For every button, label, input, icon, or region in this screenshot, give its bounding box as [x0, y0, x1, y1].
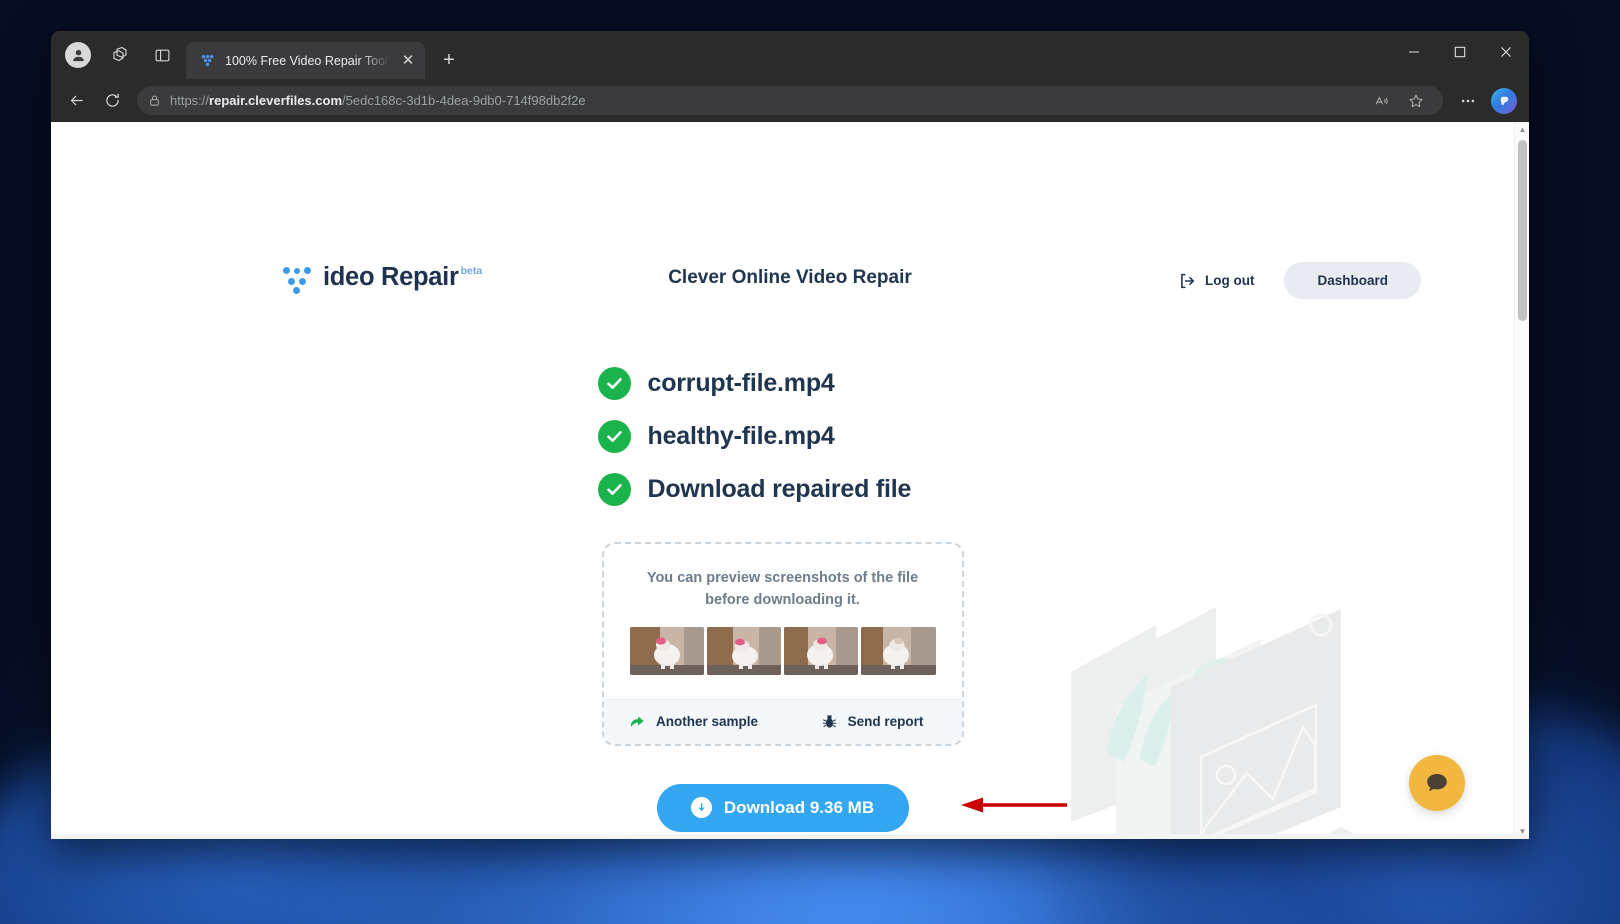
new-tab-button[interactable]: +: [433, 44, 465, 76]
preview-thumbnails: [604, 627, 962, 699]
check-circle-icon: [598, 367, 631, 400]
tab-title: 100% Free Video Repair Tool Onli: [225, 54, 390, 68]
workspaces-icon[interactable]: [101, 36, 139, 74]
lock-icon: [148, 94, 161, 107]
desktop-wallpaper: 100% Free Video Repair Tool Onli ✕ +: [0, 0, 1620, 924]
refresh-arrow-icon: [628, 713, 646, 731]
preview-frame-3[interactable]: [784, 627, 858, 675]
site-header: [51, 122, 1529, 217]
profile-avatar-icon[interactable]: [59, 36, 97, 74]
another-sample-button[interactable]: Another sample: [604, 713, 783, 731]
download-circle-icon: [691, 797, 712, 818]
step-label: corrupt-file.mp4: [648, 369, 835, 398]
step-label: Download repaired file: [648, 475, 912, 504]
page-scrollbar[interactable]: ▲ ▼: [1514, 122, 1529, 839]
more-options-icon[interactable]: [1452, 85, 1484, 117]
send-report-label: Send report: [848, 714, 924, 729]
navigation-toolbar: https://repair.cleverfiles.com/5edc168c-…: [51, 79, 1529, 122]
check-circle-icon: [598, 420, 631, 453]
chat-widget-button[interactable]: [1409, 755, 1465, 811]
check-circle-icon: [598, 473, 631, 506]
window-controls: [1391, 31, 1529, 73]
preview-message-line2: before downloading it.: [634, 590, 932, 612]
step-item: healthy-file.mp4: [598, 420, 968, 453]
chat-bubble-icon: [1423, 769, 1451, 797]
copilot-icon[interactable]: [1488, 85, 1520, 117]
preview-message-line1: You can preview screenshots of the file: [634, 568, 932, 590]
scrollbar-thumb[interactable]: [1518, 140, 1527, 321]
preview-frame-1[interactable]: [630, 627, 704, 675]
back-arrow-icon[interactable]: [60, 85, 92, 117]
bug-icon: [821, 713, 838, 730]
close-window-icon[interactable]: [1483, 31, 1529, 73]
preview-frame-2[interactable]: [707, 627, 781, 675]
steps-list: corrupt-file.mp4 healthy-file.mp4 Downlo…: [598, 367, 968, 526]
video-repair-favicon: [199, 52, 216, 69]
maximize-icon[interactable]: [1437, 31, 1483, 73]
star-icon[interactable]: [1400, 85, 1432, 117]
browser-bottom-edge: [51, 834, 1529, 839]
page-viewport: ideo Repair beta Clever Online Video Rep…: [51, 122, 1529, 839]
another-sample-label: Another sample: [656, 714, 758, 729]
reload-icon[interactable]: [96, 85, 128, 117]
preview-card: You can preview screenshots of the file …: [602, 542, 964, 746]
main-content: corrupt-file.mp4 healthy-file.mp4 Downlo…: [51, 217, 1514, 839]
tab-strip: 100% Free Video Repair Tool Onli ✕ +: [51, 31, 1529, 79]
scroll-up-arrow-icon[interactable]: ▲: [1515, 122, 1529, 137]
preview-message: You can preview screenshots of the file …: [604, 544, 962, 627]
download-label: Download 9.36 MB: [724, 798, 874, 818]
download-button[interactable]: Download 9.36 MB: [657, 784, 909, 832]
read-aloud-icon[interactable]: [1366, 85, 1398, 117]
close-icon[interactable]: ✕: [399, 52, 417, 70]
step-label: healthy-file.mp4: [648, 422, 835, 451]
step-item: Download repaired file: [598, 473, 968, 506]
preview-card-actions: Another sample: [604, 699, 962, 744]
preview-frame-4[interactable]: [861, 627, 935, 675]
minimize-icon[interactable]: [1391, 31, 1437, 73]
url-text: https://repair.cleverfiles.com/5edc168c-…: [170, 93, 586, 108]
browser-tab[interactable]: 100% Free Video Repair Tool Onli ✕: [186, 42, 425, 79]
browser-window: 100% Free Video Repair Tool Onli ✕ +: [51, 31, 1529, 839]
split-screen-icon[interactable]: [143, 36, 181, 74]
address-bar[interactable]: https://repair.cleverfiles.com/5edc168c-…: [137, 86, 1443, 115]
send-report-button[interactable]: Send report: [783, 713, 962, 730]
step-item: corrupt-file.mp4: [598, 367, 968, 400]
